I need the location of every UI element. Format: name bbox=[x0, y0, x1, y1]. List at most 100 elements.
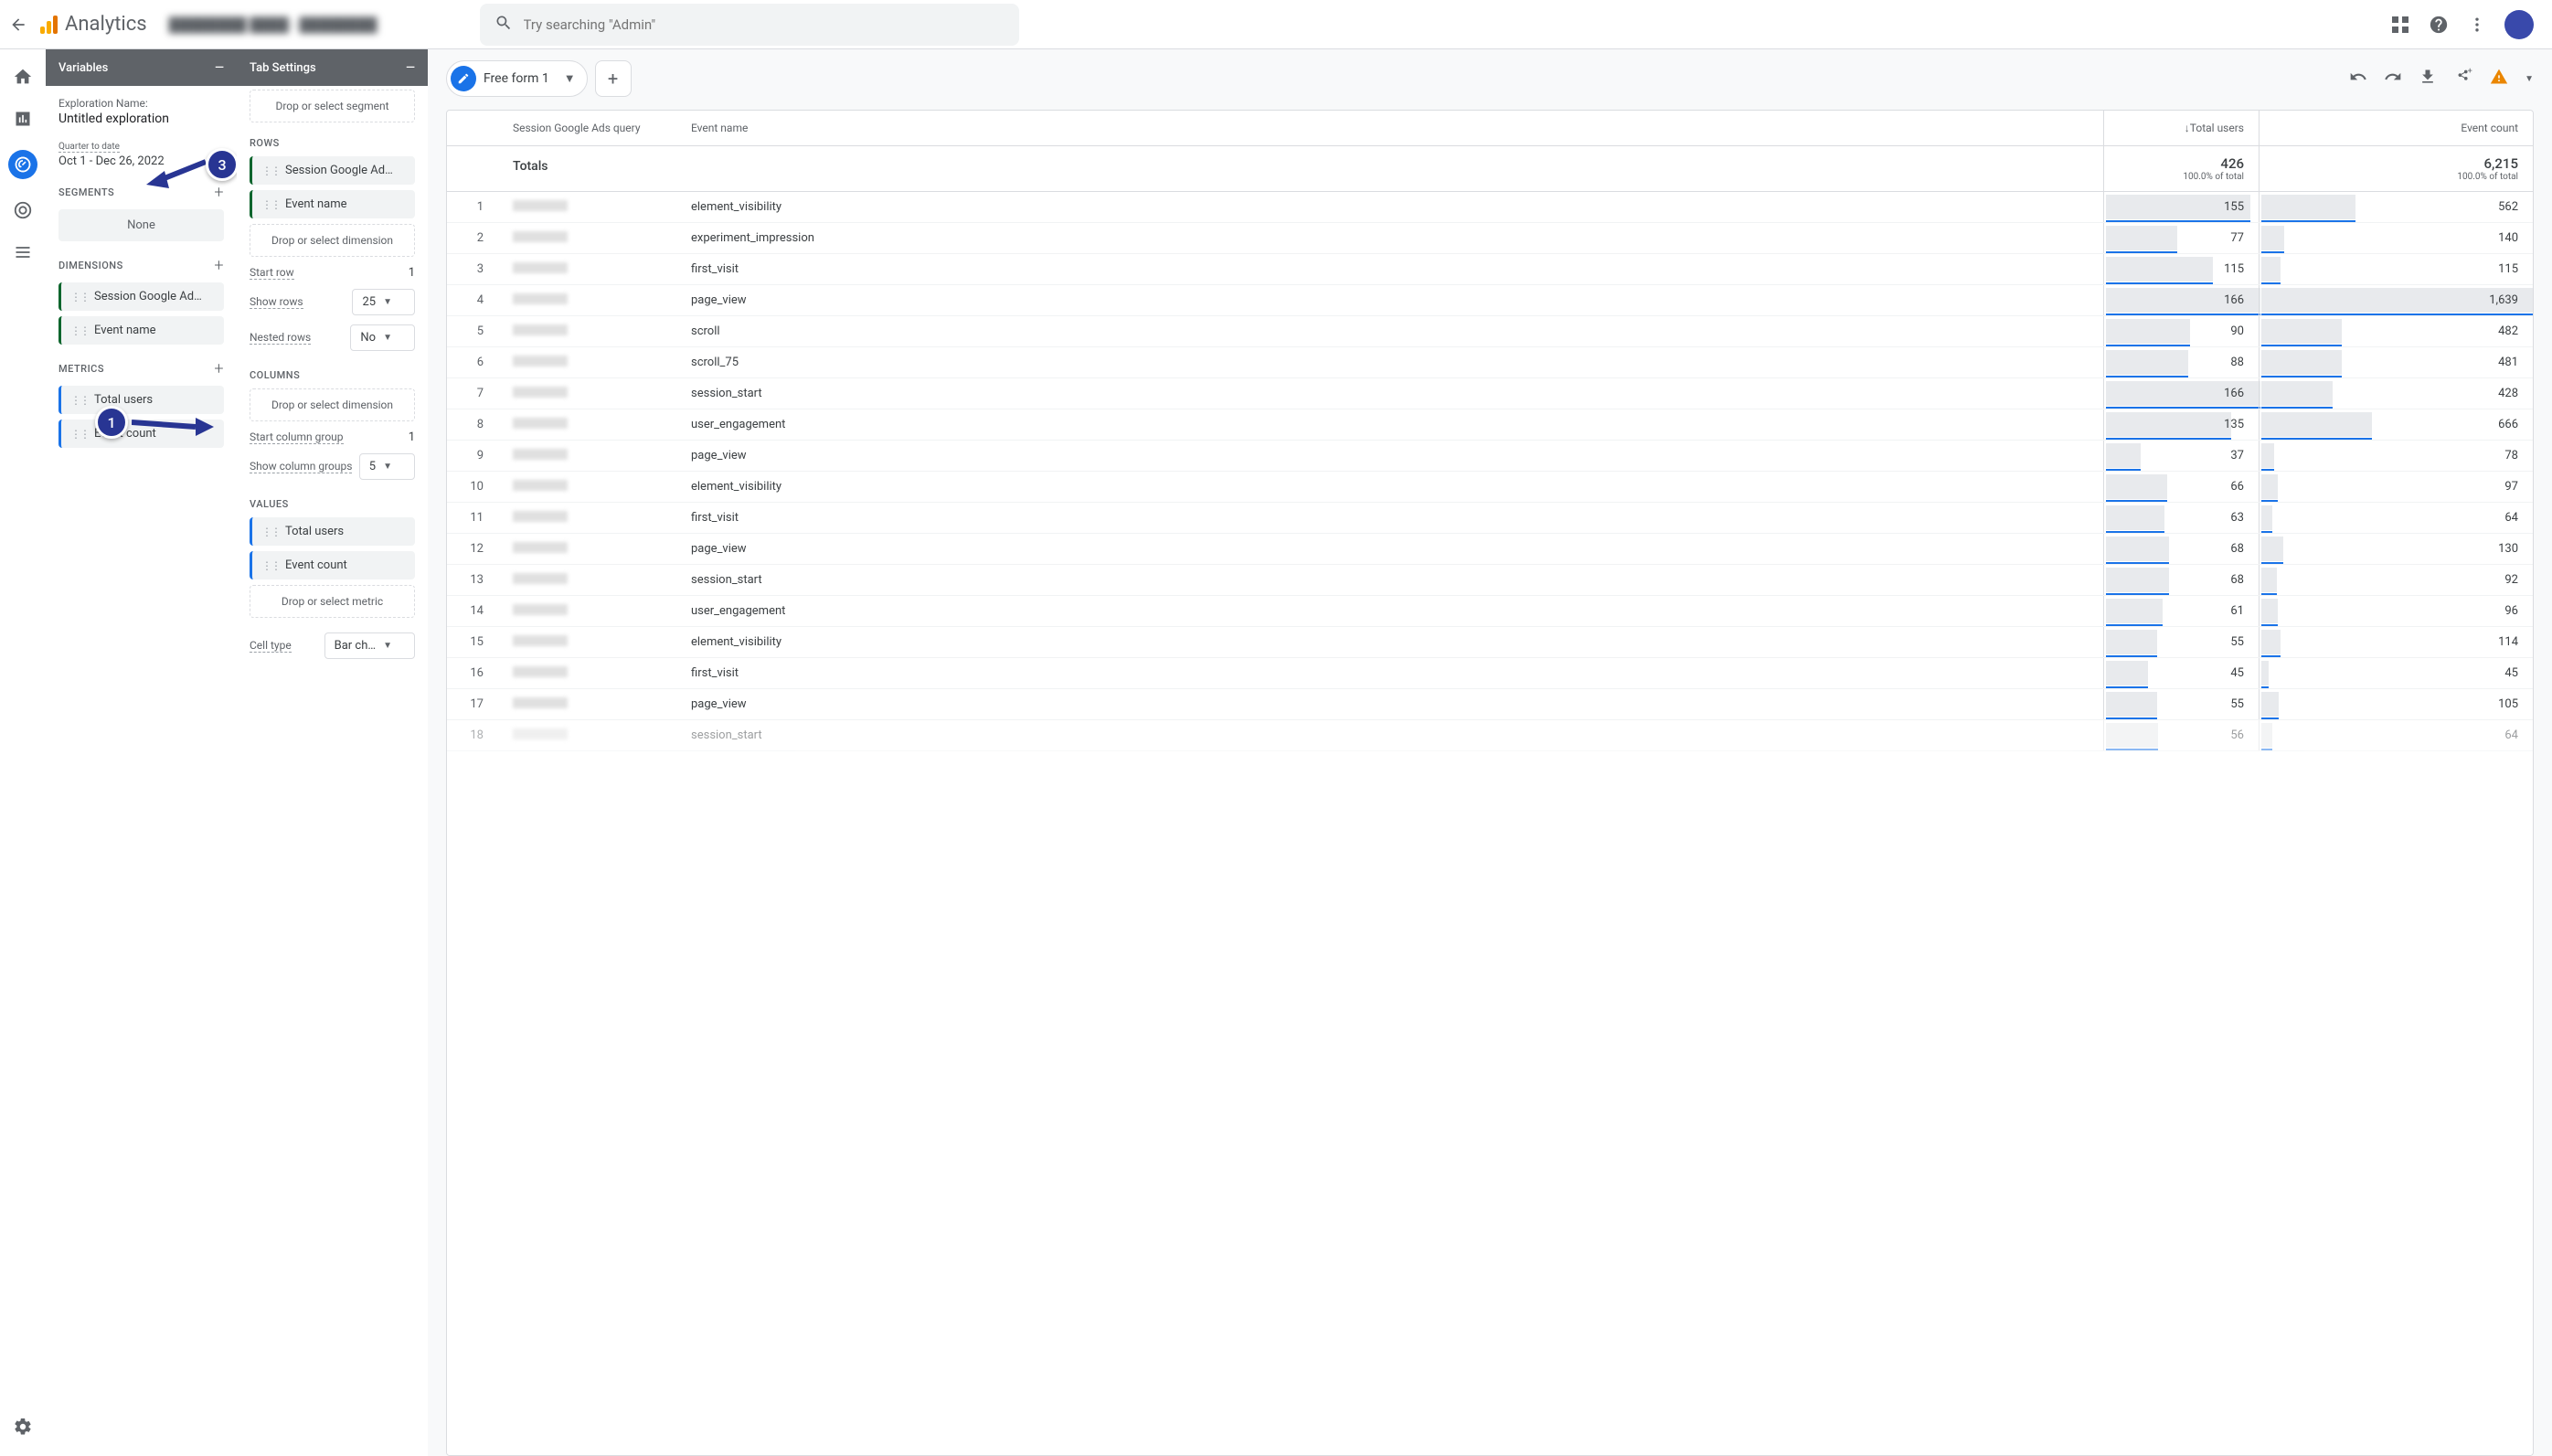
row-event: page_view bbox=[676, 293, 2103, 307]
row-event: element_visibility bbox=[676, 200, 2103, 214]
column-header-query[interactable]: Session Google Ads query bbox=[498, 111, 676, 145]
row-query bbox=[498, 262, 676, 277]
advertising-icon[interactable] bbox=[12, 199, 34, 221]
table-row: 10element_visibility6697 bbox=[447, 472, 2533, 503]
column-header-event[interactable]: Event name bbox=[676, 111, 2103, 145]
chip-session-google-ad-[interactable]: ⋮⋮Session Google Ad… bbox=[250, 156, 415, 185]
search-input[interactable] bbox=[524, 16, 1005, 33]
settings-icon[interactable] bbox=[12, 1416, 34, 1438]
row-event: page_view bbox=[676, 449, 2103, 462]
start-row-value[interactable]: 1 bbox=[409, 266, 415, 280]
annotation-arrow-3 bbox=[146, 157, 210, 194]
segment-dropzone[interactable]: Drop or select segment bbox=[250, 90, 415, 122]
row-events: 64 bbox=[2259, 503, 2533, 533]
row-query bbox=[498, 231, 676, 246]
row-query bbox=[498, 418, 676, 432]
row-query bbox=[498, 728, 676, 743]
row-event: first_visit bbox=[676, 666, 2103, 680]
row-query bbox=[498, 387, 676, 401]
back-arrow-icon[interactable] bbox=[7, 14, 29, 36]
property-selector[interactable]: ████████ ████ - ████████ bbox=[169, 16, 377, 33]
row-users: 68 bbox=[2103, 534, 2259, 564]
minimize-icon[interactable]: — bbox=[406, 61, 415, 75]
apps-icon[interactable] bbox=[2389, 14, 2411, 36]
chip-total-users[interactable]: ⋮⋮Total users bbox=[250, 517, 415, 546]
table-row: 12page_view68130 bbox=[447, 534, 2533, 565]
configure-icon[interactable] bbox=[12, 241, 34, 263]
add-segment-button[interactable]: + bbox=[214, 183, 224, 202]
reports-icon[interactable] bbox=[12, 108, 34, 130]
row-event: first_visit bbox=[676, 262, 2103, 276]
show-column-select[interactable]: 5▼ bbox=[359, 453, 415, 480]
chevron-down-icon: ▼ bbox=[383, 333, 392, 343]
row-event: page_view bbox=[676, 697, 2103, 711]
row-query bbox=[498, 511, 676, 526]
metric-dropzone[interactable]: Drop or select metric bbox=[250, 585, 415, 618]
row-index: 12 bbox=[447, 542, 498, 556]
row-users: 77 bbox=[2103, 223, 2259, 253]
chip-event-count[interactable]: ⋮⋮Event count bbox=[250, 551, 415, 579]
chevron-down-icon[interactable]: ▼ bbox=[564, 71, 583, 86]
drag-handle-icon: ⋮⋮ bbox=[261, 198, 280, 211]
add-metric-button[interactable]: + bbox=[214, 359, 224, 378]
start-column-value[interactable]: 1 bbox=[409, 430, 415, 444]
row-events: 97 bbox=[2259, 472, 2533, 502]
chevron-down-icon: ▼ bbox=[383, 297, 392, 307]
chip-event-name[interactable]: ⋮⋮Event name bbox=[250, 190, 415, 218]
table-header: Session Google Ads query Event name ↓Tot… bbox=[447, 111, 2533, 146]
dimension-dropzone[interactable]: Drop or select dimension bbox=[250, 224, 415, 257]
exploration-name-value[interactable]: Untitled exploration bbox=[58, 112, 224, 126]
redo-icon[interactable] bbox=[2384, 68, 2402, 90]
drag-handle-icon: ⋮⋮ bbox=[70, 291, 89, 303]
row-event: session_start bbox=[676, 728, 2103, 742]
row-event: scroll bbox=[676, 324, 2103, 338]
more-vert-icon[interactable] bbox=[2466, 14, 2488, 36]
row-query bbox=[498, 666, 676, 681]
show-rows-label: Show rows bbox=[250, 295, 303, 309]
row-index: 15 bbox=[447, 635, 498, 649]
column-dimension-dropzone[interactable]: Drop or select dimension bbox=[250, 388, 415, 421]
help-icon[interactable] bbox=[2428, 14, 2450, 36]
download-icon[interactable] bbox=[2419, 68, 2437, 90]
top-header: Analytics ████████ ████ - ████████ bbox=[0, 0, 2552, 49]
row-index: 7 bbox=[447, 387, 498, 400]
chevron-down-icon[interactable]: ▼ bbox=[2525, 74, 2534, 84]
search-box[interactable] bbox=[480, 4, 1019, 46]
user-avatar[interactable] bbox=[2504, 10, 2534, 39]
show-rows-select[interactable]: 25▼ bbox=[352, 289, 415, 315]
row-event: scroll_75 bbox=[676, 356, 2103, 369]
explore-icon[interactable] bbox=[8, 150, 37, 179]
date-preset: Quarter to date bbox=[58, 142, 120, 153]
exploration-tab[interactable]: Free form 1 ▼ bbox=[446, 60, 588, 97]
chip-event-name[interactable]: ⋮⋮Event name bbox=[58, 316, 224, 345]
tab-settings-panel: Tab Settings — Drop or select segment RO… bbox=[237, 49, 428, 1456]
nested-rows-select[interactable]: No▼ bbox=[350, 324, 415, 351]
row-users: 155 bbox=[2103, 192, 2259, 222]
home-icon[interactable] bbox=[12, 66, 34, 88]
row-events: 78 bbox=[2259, 441, 2533, 471]
chip-session-google-ad-[interactable]: ⋮⋮Session Google Ad… bbox=[58, 282, 224, 311]
row-query bbox=[498, 324, 676, 339]
row-users: 88 bbox=[2103, 347, 2259, 377]
add-dimension-button[interactable]: + bbox=[214, 256, 224, 275]
undo-icon[interactable] bbox=[2349, 68, 2367, 90]
row-events: 428 bbox=[2259, 378, 2533, 409]
column-header-event-count[interactable]: Event count bbox=[2259, 111, 2533, 145]
row-events: 140 bbox=[2259, 223, 2533, 253]
annotation-badge-3: 3 bbox=[206, 148, 237, 181]
warning-icon[interactable] bbox=[2490, 68, 2508, 90]
add-tab-button[interactable]: + bbox=[595, 60, 632, 97]
totals-events-pct: 100.0% of total bbox=[2274, 172, 2518, 182]
cell-type-label: Cell type bbox=[250, 639, 292, 653]
chip-total-users[interactable]: ⋮⋮Total users bbox=[58, 386, 224, 414]
minimize-icon[interactable]: — bbox=[215, 61, 224, 75]
table-row: 2experiment_impression77140 bbox=[447, 223, 2533, 254]
rows-section-label: ROWS bbox=[250, 137, 280, 149]
row-users: 56 bbox=[2103, 720, 2259, 750]
share-icon[interactable]: + bbox=[2453, 67, 2473, 90]
cell-type-select[interactable]: Bar ch…▼ bbox=[324, 632, 415, 659]
row-users: 68 bbox=[2103, 565, 2259, 595]
column-header-total-users[interactable]: ↓Total users bbox=[2103, 111, 2259, 145]
table-row: 16first_visit4545 bbox=[447, 658, 2533, 689]
row-index: 13 bbox=[447, 573, 498, 587]
